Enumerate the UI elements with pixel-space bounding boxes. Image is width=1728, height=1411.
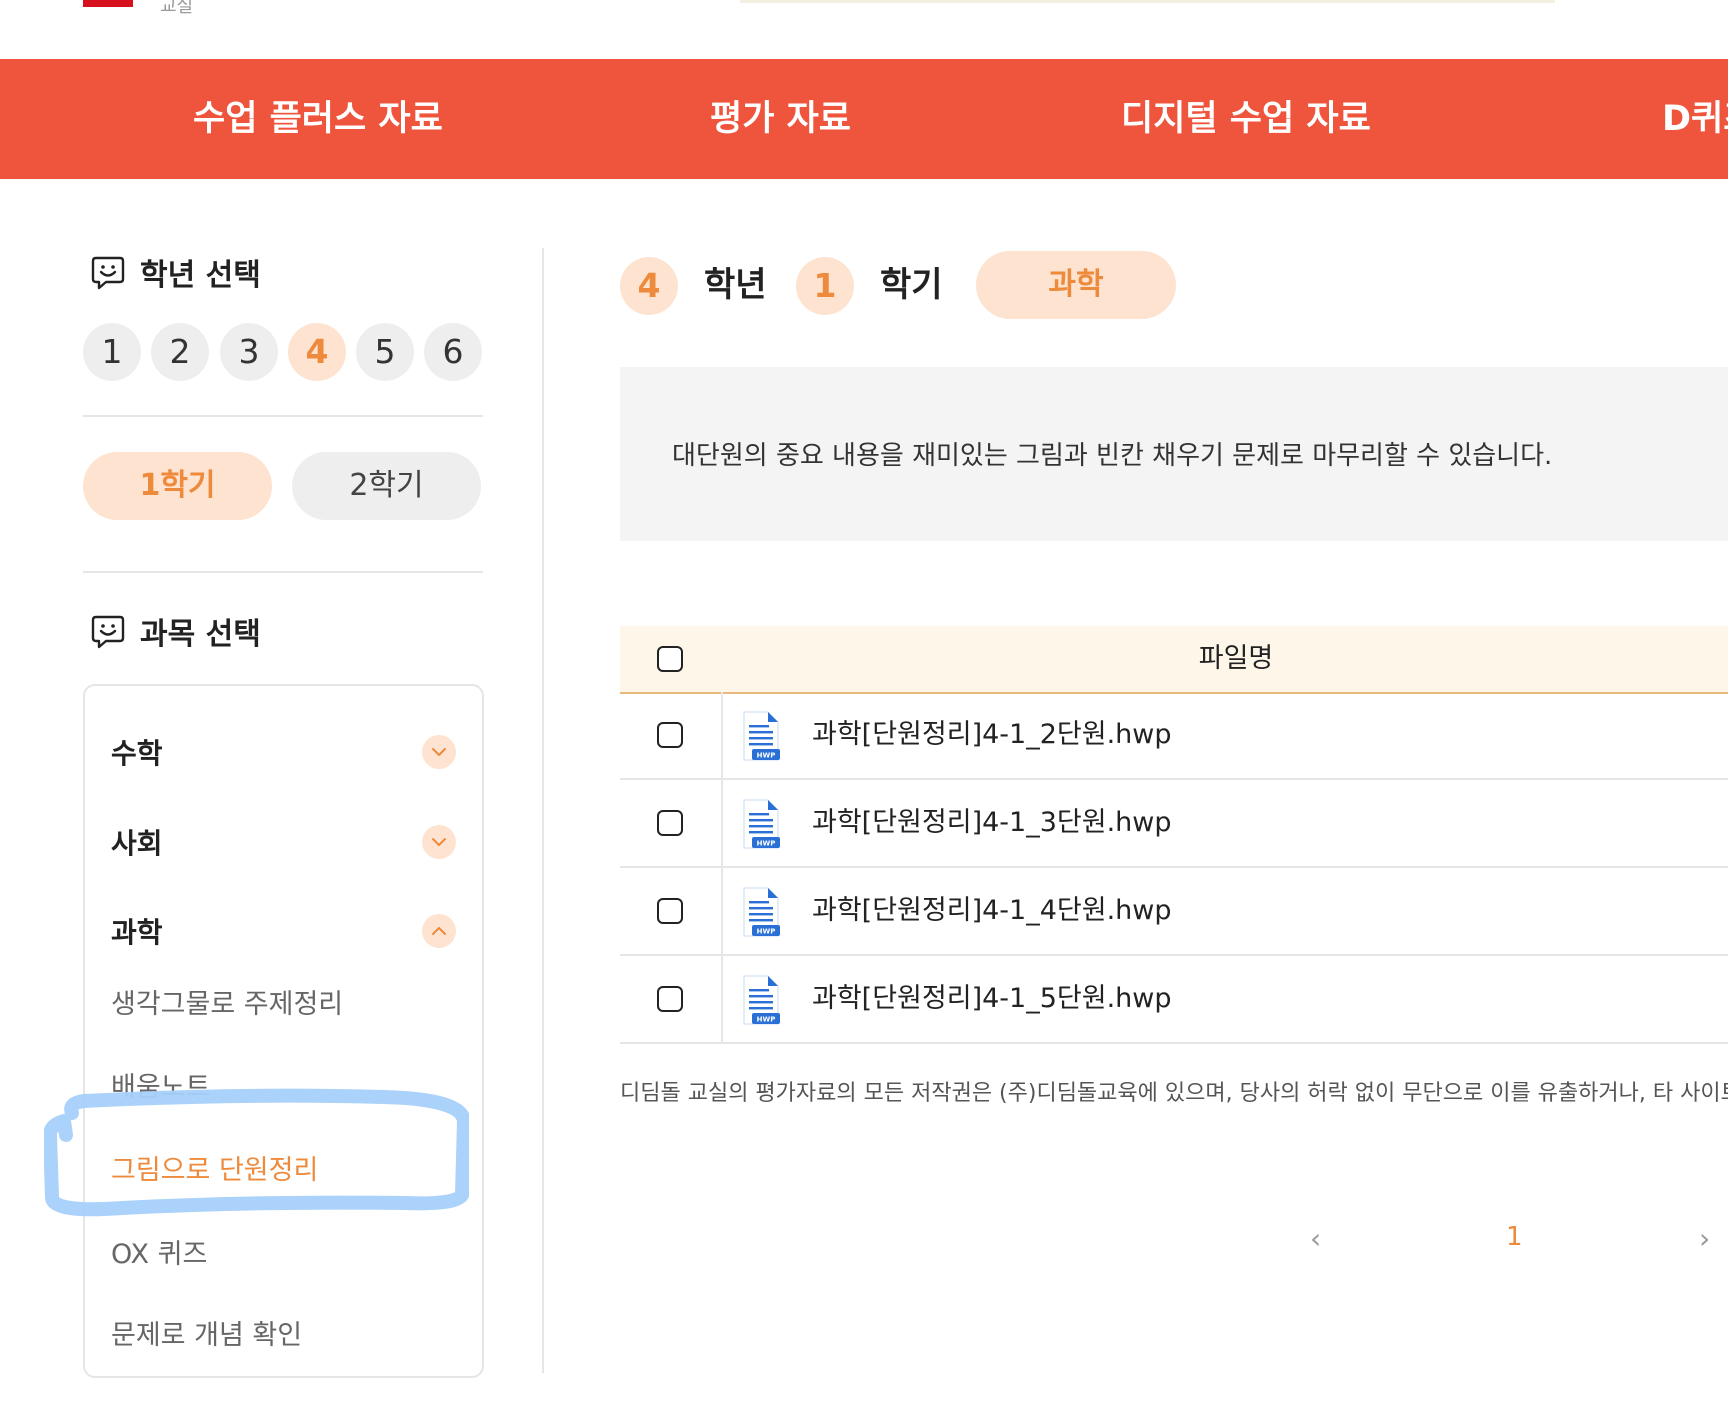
- subject-section-heading: 과목 선택: [90, 611, 261, 652]
- hwp-file-icon: HWP: [743, 799, 780, 849]
- file-name-link[interactable]: 과학[단원정리]4-1_2단원.hwp: [812, 692, 1171, 778]
- subject-social[interactable]: 사회: [111, 822, 456, 862]
- nav-item-d-quiz[interactable]: D퀴즈: [1662, 59, 1728, 179]
- row-checkbox[interactable]: [657, 898, 683, 924]
- science-item-concept-check[interactable]: 문제로 개념 확인: [111, 1313, 302, 1352]
- grade-button-6[interactable]: 6: [424, 323, 482, 381]
- grade-button-1[interactable]: 1: [83, 323, 141, 381]
- science-item-ox-quiz[interactable]: OX 퀴즈: [111, 1232, 207, 1271]
- search-bar-edge: [740, 0, 1555, 3]
- row-checkbox[interactable]: [657, 986, 683, 1012]
- logo-text: 교실: [160, 0, 194, 17]
- subject-label: 수학: [111, 737, 163, 770]
- chevron-down-icon[interactable]: [422, 735, 456, 769]
- smile-chat-icon: [91, 615, 125, 649]
- file-name-link[interactable]: 과학[단원정리]4-1_5단원.hwp: [812, 956, 1171, 1042]
- cell-divider: [721, 868, 723, 954]
- semester-unit-label: 학기: [880, 265, 943, 305]
- hwp-file-icon: HWP: [743, 711, 780, 761]
- pager-prev-button[interactable]: ‹: [1310, 1222, 1321, 1255]
- grade-button-2[interactable]: 2: [151, 323, 209, 381]
- cell-divider: [721, 956, 723, 1042]
- hwp-file-icon: HWP: [743, 887, 780, 937]
- subject-label: 과학: [111, 916, 163, 949]
- nav-item-digital-class[interactable]: 디지털 수업 자료: [1121, 59, 1371, 179]
- subject-math[interactable]: 수학: [111, 732, 456, 772]
- pager-page-1[interactable]: 1: [1506, 1222, 1523, 1252]
- semester-button-1[interactable]: 1학기: [83, 452, 272, 520]
- science-item-learning-note[interactable]: 배움노트: [111, 1065, 210, 1104]
- subject-heading: 과목 선택: [140, 617, 261, 652]
- nav-item-class-plus[interactable]: 수업 플러스 자료: [193, 59, 443, 179]
- subject-science[interactable]: 과학: [111, 911, 456, 951]
- logo[interactable]: [83, 0, 133, 7]
- column-divider: [542, 248, 544, 1373]
- cell-divider: [721, 780, 723, 866]
- hwp-file-icon: HWP: [743, 975, 780, 1025]
- semester-button-2[interactable]: 2학기: [292, 452, 481, 520]
- svg-text:HWP: HWP: [757, 1016, 776, 1024]
- description-box: 대단원의 중요 내용을 재미있는 그림과 빈칸 채우기 문제로 마무리할 수 있…: [620, 367, 1728, 541]
- column-header-filename: 파일명: [1198, 643, 1274, 674]
- file-row: HWP 과학[단원정리]4-1_4단원.hwp: [620, 868, 1728, 956]
- selected-grade-badge: 4: [620, 257, 678, 315]
- file-name-link[interactable]: 과학[단원정리]4-1_3단원.hwp: [812, 780, 1171, 866]
- subject-list: 수학 사회 과학 생각그물로 주제정리 배움노트 그림으로 단원정리 OX 퀴즈…: [83, 684, 484, 1378]
- file-name-link[interactable]: 과학[단원정리]4-1_4단원.hwp: [812, 868, 1171, 954]
- selected-semester-badge: 1: [796, 257, 854, 315]
- pager-next-button[interactable]: ›: [1699, 1222, 1710, 1255]
- copyright-notice: 디딤돌 교실의 평가자료의 모든 저작권은 (주)디딤돌교육에 있으며, 당사의…: [620, 1081, 1728, 1106]
- subject-label: 사회: [111, 827, 163, 860]
- row-checkbox[interactable]: [657, 722, 683, 748]
- svg-text:HWP: HWP: [757, 752, 776, 760]
- svg-text:HWP: HWP: [757, 928, 776, 936]
- description-text: 대단원의 중요 내용을 재미있는 그림과 빈칸 채우기 문제로 마무리할 수 있…: [672, 441, 1553, 471]
- grade-heading: 학년 선택: [140, 258, 261, 293]
- divider: [83, 415, 483, 417]
- cell-divider: [721, 692, 723, 778]
- science-item-picture-summary[interactable]: 그림으로 단원정리: [111, 1148, 318, 1187]
- grade-button-4[interactable]: 4: [288, 323, 346, 381]
- chevron-up-icon[interactable]: [422, 914, 456, 948]
- chevron-down-icon[interactable]: [422, 825, 456, 859]
- grade-unit-label: 학년: [704, 265, 767, 305]
- main-nav: 수업 플러스 자료 평가 자료 디지털 수업 자료 D퀴즈: [0, 59, 1728, 179]
- nav-item-assessment[interactable]: 평가 자료: [710, 59, 851, 179]
- top-header: 교실: [0, 0, 1728, 59]
- science-item-mindmap[interactable]: 생각그물로 주제정리: [111, 982, 343, 1021]
- selected-subject-pill: 과학: [976, 251, 1176, 319]
- divider: [83, 571, 483, 573]
- smile-chat-icon: [91, 256, 125, 290]
- grade-button-3[interactable]: 3: [220, 323, 278, 381]
- grade-section-heading: 학년 선택: [90, 252, 261, 293]
- file-table-header: 파일명: [620, 626, 1728, 694]
- svg-text:HWP: HWP: [757, 840, 776, 848]
- file-row: HWP 과학[단원정리]4-1_5단원.hwp: [620, 956, 1728, 1044]
- grade-button-5[interactable]: 5: [356, 323, 414, 381]
- row-checkbox[interactable]: [657, 810, 683, 836]
- file-row: HWP 과학[단원정리]4-1_3단원.hwp: [620, 780, 1728, 868]
- file-row: HWP 과학[단원정리]4-1_2단원.hwp: [620, 692, 1728, 780]
